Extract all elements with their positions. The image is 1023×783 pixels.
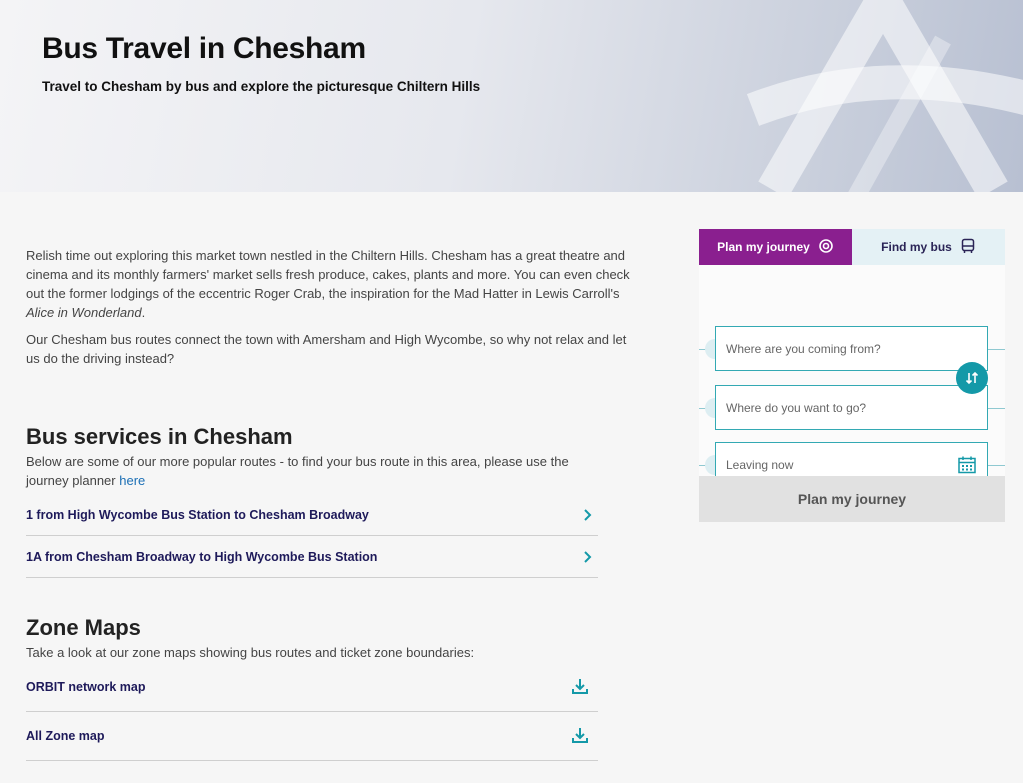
connector-line (988, 408, 1005, 409)
route-row[interactable]: 1A from Chesham Broadway to High Wycombe… (26, 536, 598, 578)
page-title: Bus Travel in Chesham (42, 32, 366, 65)
location-pin-icon (818, 238, 834, 257)
download-icon (568, 675, 592, 699)
bus-services-heading: Bus services in Chesham (26, 424, 293, 449)
tab-find-my-bus[interactable]: Find my bus (852, 229, 1005, 265)
route-label: 1A from Chesham Broadway to High Wycombe… (26, 549, 378, 564)
journey-form: Where are you coming from? Where do you … (699, 265, 1005, 487)
zone-map-label: ORBIT network map (26, 680, 146, 694)
hero-logo-graphic (746, 0, 1023, 192)
bus-icon (960, 238, 976, 257)
to-placeholder: Where do you want to go? (726, 400, 867, 415)
zone-maps-heading: Zone Maps (26, 615, 141, 640)
to-location-input[interactable]: Where do you want to go? (715, 385, 988, 430)
hero-banner: Bus Travel in Chesham Travel to Chesham … (0, 0, 1023, 192)
plan-journey-button[interactable]: Plan my journey (699, 476, 1005, 522)
tab-find-label: Find my bus (881, 240, 952, 254)
swap-locations-button[interactable] (956, 362, 988, 394)
zone-map-row[interactable]: All Zone map (26, 712, 598, 761)
departure-time-value: Leaving now (726, 457, 794, 472)
intro-text: Relish time out exploring this market to… (26, 246, 636, 376)
tab-plan-label: Plan my journey (717, 240, 810, 254)
intro-paragraph-2: Our Chesham bus routes connect the town … (26, 332, 627, 366)
zone-map-row[interactable]: ORBIT network map (26, 663, 598, 712)
bus-services-section: Bus services in Chesham Below are some o… (26, 424, 598, 578)
from-location-input[interactable]: Where are you coming from? (715, 326, 988, 371)
connector-line (988, 349, 1005, 350)
calendar-icon[interactable] (957, 455, 977, 478)
zone-maps-description: Take a look at our zone maps showing bus… (26, 645, 475, 660)
page-subtitle: Travel to Chesham by bus and explore the… (42, 79, 481, 94)
from-placeholder: Where are you coming from? (726, 341, 881, 356)
chevron-right-icon (578, 505, 598, 525)
chevron-right-icon (578, 547, 598, 567)
route-row[interactable]: 1 from High Wycombe Bus Station to Chesh… (26, 494, 598, 536)
download-icon (568, 724, 592, 748)
swap-arrows-icon (965, 371, 979, 385)
journey-tabs: Plan my journey Find my bus (699, 229, 1005, 273)
connector-line (988, 465, 1005, 466)
bus-services-description: Below are some of our more popular route… (26, 454, 569, 488)
intro-paragraph-1: Relish time out exploring this market to… (26, 248, 630, 320)
journey-planner-link[interactable]: here (119, 473, 145, 488)
route-label: 1 from High Wycombe Bus Station to Chesh… (26, 507, 369, 522)
tab-plan-my-journey[interactable]: Plan my journey (699, 229, 852, 273)
journey-planner-widget: Plan my journey Find my bus Where are yo… (699, 229, 1005, 487)
zone-map-label: All Zone map (26, 729, 105, 743)
zone-maps-section: Zone Maps Take a look at our zone maps s… (26, 615, 598, 761)
